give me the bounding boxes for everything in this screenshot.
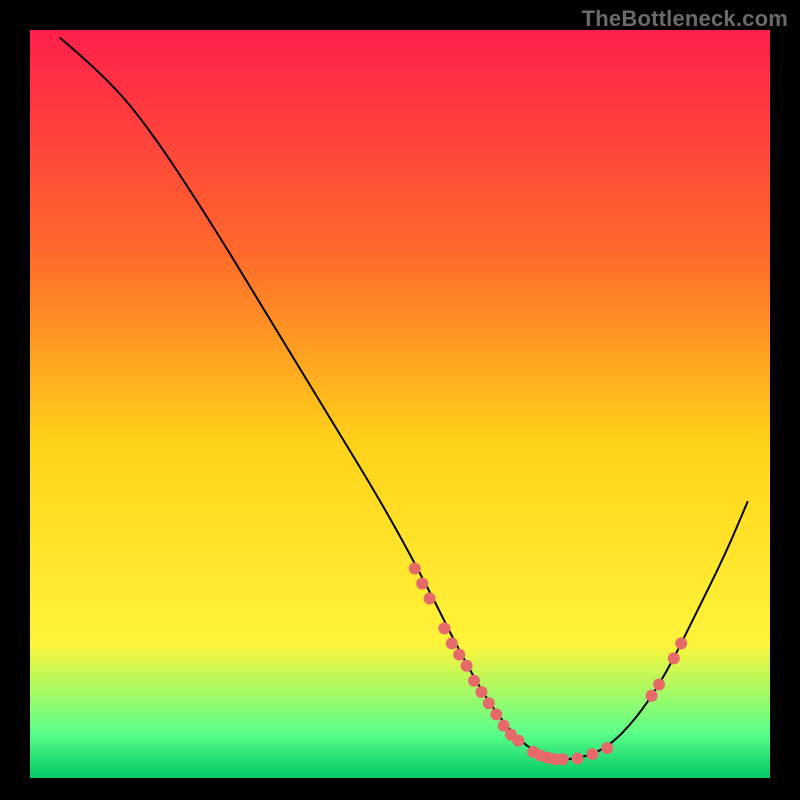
plot-background [30,30,770,778]
data-marker [446,637,458,649]
data-marker [586,748,598,760]
data-marker [490,708,502,720]
data-marker [653,679,665,691]
data-marker [438,622,450,634]
chart-root: TheBottleneck.com [0,0,800,800]
data-marker [512,735,524,747]
data-marker [668,652,680,664]
data-marker [468,675,480,687]
data-marker [416,578,428,590]
data-marker [646,690,658,702]
data-marker [675,637,687,649]
data-marker [461,660,473,672]
data-marker [572,753,584,765]
data-marker [601,742,613,754]
bottleneck-chart [0,0,800,800]
data-marker [557,753,569,765]
data-marker [475,686,487,698]
data-marker [424,592,436,604]
watermark-text: TheBottleneck.com [582,6,788,32]
data-marker [453,649,465,661]
data-marker [483,697,495,709]
data-marker [409,563,421,575]
